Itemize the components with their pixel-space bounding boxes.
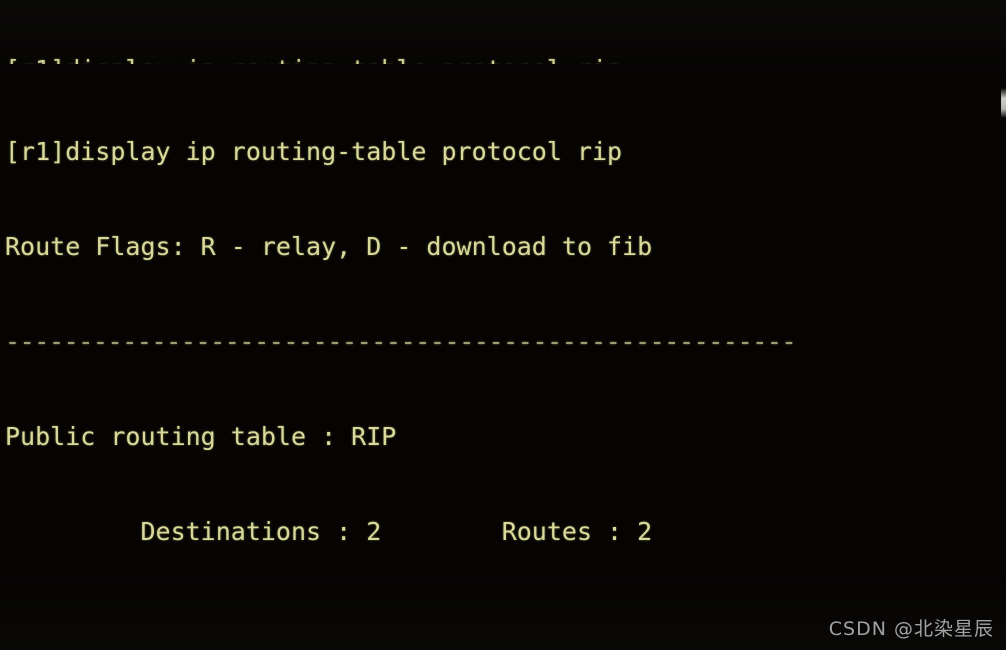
console-line-command: [r1]display ip routing-table protocol ri…: [5, 137, 623, 167]
scrollbar-edge-artifact: [1001, 88, 1006, 118]
console-line-route-flags: Route Flags: R - relay, D - download to …: [5, 232, 653, 262]
console-line-separator: ----------------------------------------…: [5, 326, 797, 356]
console-output[interactable]: [r1]display ip routing-table protocol ri…: [0, 0, 1006, 650]
console-line-clipped-top: [r1]display ip routing-table protocol ri…: [0, 54, 1006, 64]
watermark-label: CSDN @北染星辰: [828, 618, 994, 640]
terminal-window[interactable]: [r1]display ip routing-table protocol ri…: [0, 0, 1006, 650]
console-line-public-counts: Destinations : 2 Routes : 2: [5, 516, 653, 546]
console-line-public-table: Public routing table : RIP: [5, 421, 397, 451]
